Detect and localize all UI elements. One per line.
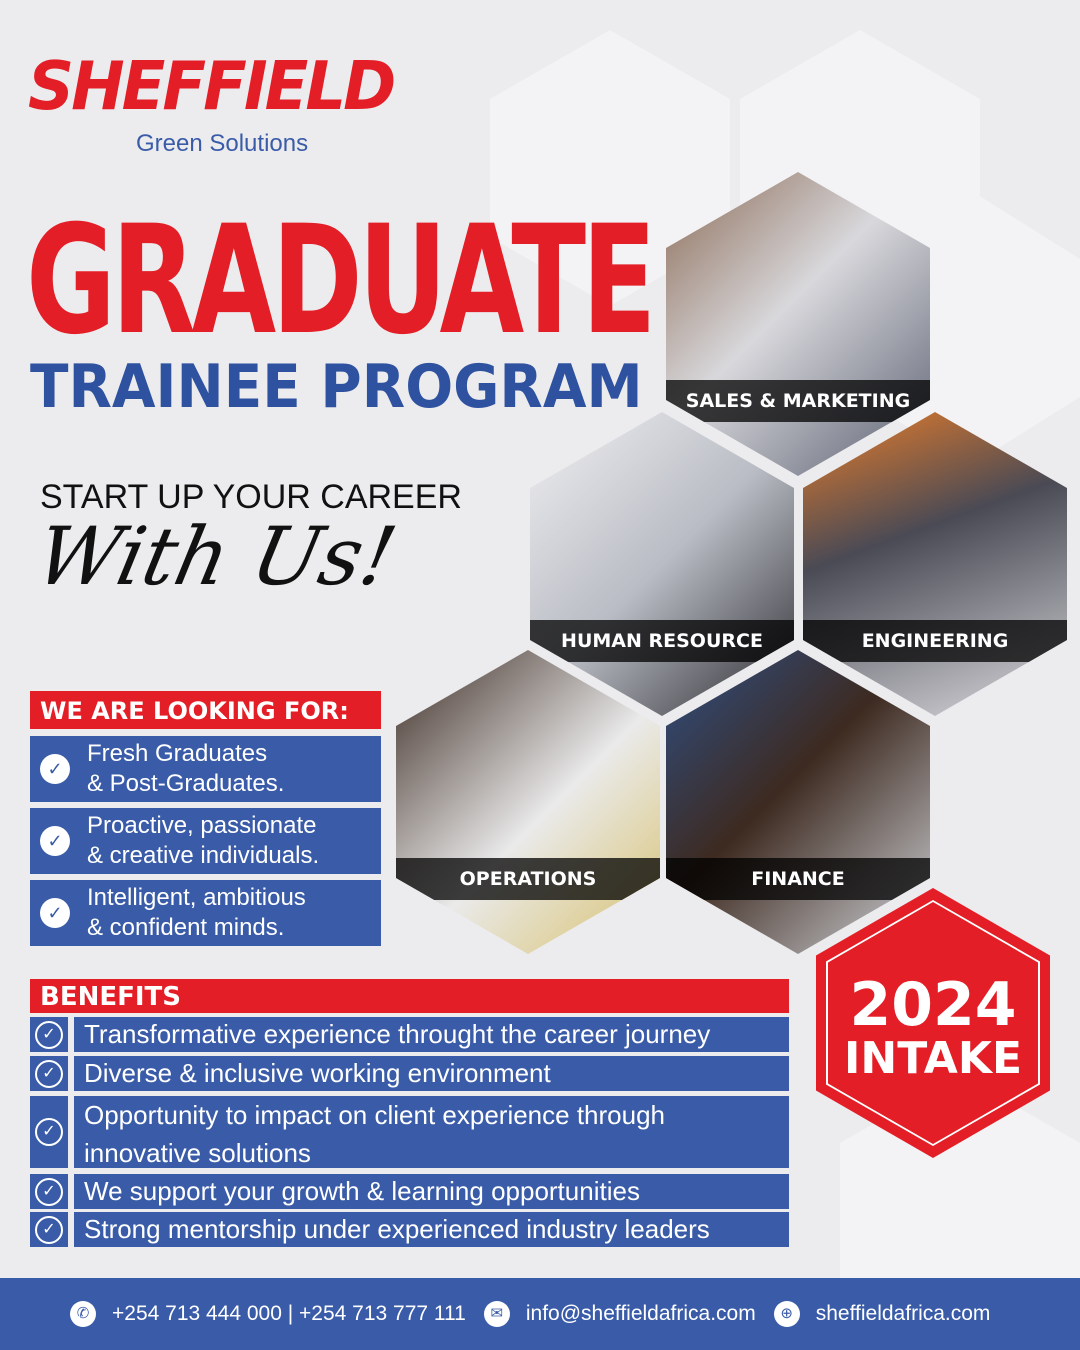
looking-for-heading: WE ARE LOOKING FOR: (30, 691, 381, 729)
check-icon: ✓ (35, 1215, 63, 1244)
dept-label: FINANCE (666, 858, 930, 900)
dept-label: SALES & MARKETING (666, 380, 930, 422)
benefit-text: Diverse & inclusive working environment (74, 1056, 789, 1091)
globe-icon: ⊕ (773, 1301, 800, 1327)
item-line: & confident minds. (87, 914, 285, 941)
looking-for-item: ✓ Proactive, passionate & creative individ… (30, 808, 381, 874)
check-icon: ✓ (40, 826, 70, 856)
phone-icon: ✆ (70, 1301, 96, 1327)
check-icon: ✓ (35, 1059, 63, 1088)
benefit-text: We support your growth & learning opport… (74, 1174, 789, 1209)
benefits-heading: BENEFITS (30, 979, 789, 1013)
hex-operations: OPERATIONS (396, 650, 660, 954)
item-line: & Post-Graduates. (87, 770, 285, 797)
item-line: Fresh Graduates (87, 740, 268, 767)
benefit-item: ✓ We support your growth & learning oppor… (30, 1174, 789, 1209)
logo-wordmark: SHEFFIELD (28, 48, 396, 126)
hex-human-resource: HUMAN RESOURCE (530, 412, 794, 716)
footer-email[interactable]: info@sheffieldafrica.com (526, 1302, 756, 1326)
email-icon: ✉ (483, 1301, 510, 1327)
benefit-item: ✓ Transformative experience throught the … (30, 1017, 789, 1052)
looking-for-item: ✓ Fresh Graduates & Post-Graduates. (30, 736, 381, 802)
headline-trainee-program: TRAINEE PROGRAM (30, 352, 643, 422)
check-icon: ✓ (40, 754, 70, 784)
hex-finance: FINANCE (666, 650, 930, 954)
logo: SHEFFIELD Green Solutions (28, 48, 396, 157)
headline-graduate: GRADUATE (26, 194, 656, 368)
check-icon: ✓ (35, 1118, 63, 1146)
dept-label: HUMAN RESOURCE (530, 620, 794, 662)
intake-year: 2024 (849, 970, 1017, 1040)
footer: ✆ +254 713 444 000 | +254 713 777 111 ✉ … (0, 1278, 1080, 1350)
benefit-text: Strong mentorship under experienced indu… (74, 1212, 789, 1247)
looking-for-item: ✓ Intelligent, ambitious & confident minds… (30, 880, 381, 946)
benefit-item: ✓ Strong mentorship under experienced ind… (30, 1212, 789, 1247)
footer-website[interactable]: sheffieldafrica.com (816, 1302, 991, 1326)
item-line: & creative individuals. (87, 842, 320, 869)
dept-label: OPERATIONS (396, 858, 660, 900)
benefit-text: Opportunity to impact on client experien… (74, 1096, 789, 1168)
intake-label: INTAKE (844, 1033, 1022, 1084)
dept-label: ENGINEERING (803, 620, 1067, 662)
check-icon: ✓ (40, 898, 70, 928)
benefit-item: ✓ Diverse & inclusive working environment (30, 1056, 789, 1091)
logo-tagline: Green Solutions (136, 130, 309, 157)
item-line: Intelligent, ambitious (87, 884, 306, 911)
footer-phone[interactable]: +254 713 444 000 | +254 713 777 111 (112, 1302, 466, 1326)
check-icon: ✓ (35, 1020, 63, 1049)
item-line: Proactive, passionate (87, 812, 317, 839)
check-icon: ✓ (35, 1177, 63, 1206)
with-us-script: With Us! (28, 510, 405, 603)
benefit-text: Transformative experience throught the c… (74, 1017, 789, 1052)
hex-engineering: ENGINEERING (803, 412, 1067, 716)
benefit-item: ✓ Opportunity to impact on client experie… (30, 1096, 789, 1168)
